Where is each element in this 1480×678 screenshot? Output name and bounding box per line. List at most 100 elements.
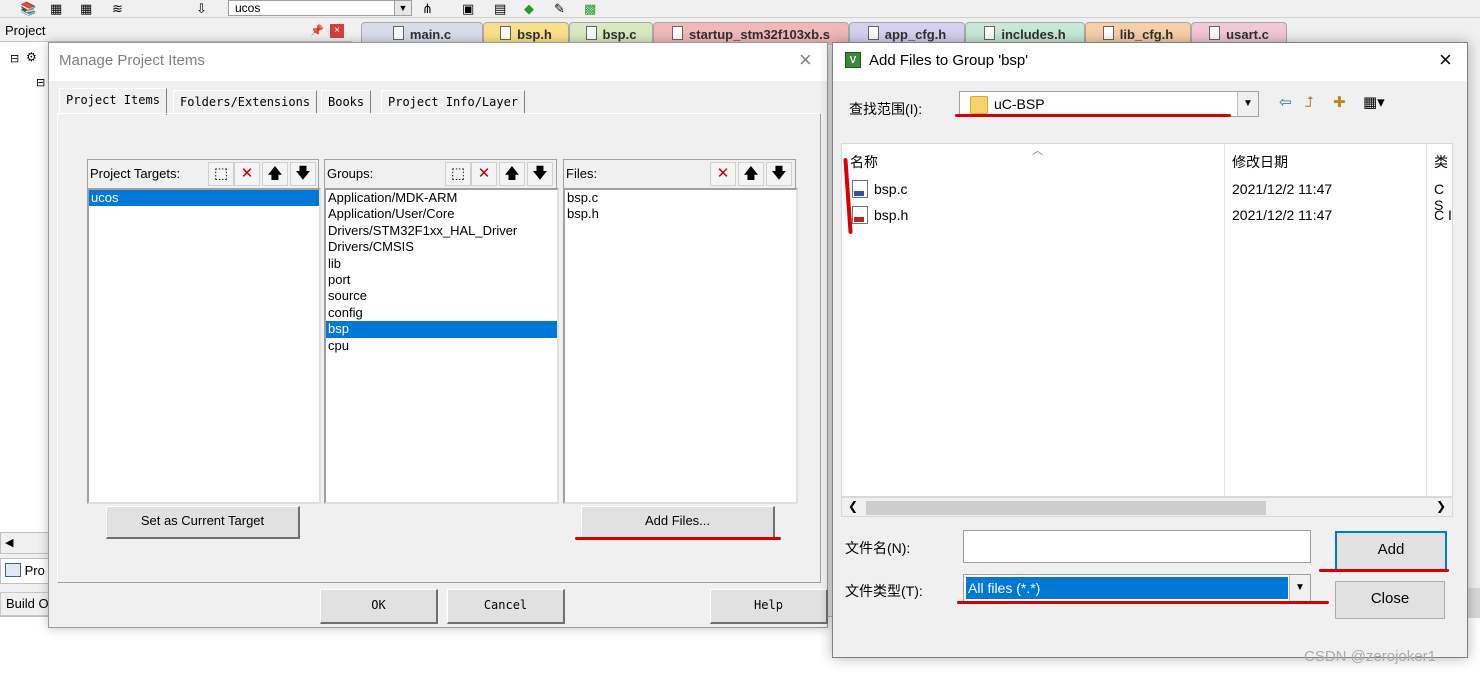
add-files-dialog: V Add Files to Group 'bsp' × 查找范围(I): uC… — [832, 42, 1468, 658]
delete-icon[interactable]: ✕ — [234, 162, 260, 186]
dialog-titlebar: V Add Files to Group 'bsp' × — [833, 43, 1467, 81]
up-folder-icon[interactable]: ⮥ — [1305, 93, 1314, 113]
list-item[interactable]: ucos — [89, 190, 319, 207]
cancel-button[interactable]: Cancel — [447, 589, 565, 624]
list-item[interactable]: Application/MDK-ARM — [326, 190, 557, 206]
move-up-icon[interactable]: 🡅 — [262, 162, 288, 186]
delete-icon[interactable]: ✕ — [471, 162, 497, 186]
help-button[interactable]: Help — [710, 589, 828, 624]
move-up-icon[interactable]: 🡅 — [499, 162, 525, 186]
targets-list[interactable]: ucos — [87, 188, 321, 504]
toolbar-diamond-icon[interactable]: ◆ — [524, 1, 540, 16]
build-output-label: Build O — [0, 592, 50, 616]
list-item[interactable]: lib — [326, 256, 557, 272]
list-item[interactable]: source — [326, 288, 557, 304]
new-folder-icon[interactable]: ✚ — [1333, 93, 1346, 113]
add-files-button[interactable]: Add Files... — [581, 506, 775, 539]
chevron-down-icon[interactable]: ▼ — [394, 1, 411, 15]
sort-ascending-icon: ︿ — [1032, 145, 1043, 157]
list-item[interactable]: bsp.c — [565, 190, 796, 206]
file-icon — [672, 26, 684, 40]
toolbar-grid2-icon[interactable]: ▦ — [80, 1, 96, 16]
project-panel-title: Project — [0, 20, 352, 42]
close-button[interactable]: Close — [1335, 581, 1445, 619]
project-tree[interactable]: ⊟ ⚙ ⊟ — [0, 42, 50, 532]
pin-icon[interactable]: 📌 — [310, 24, 324, 37]
targets-label: Project Targets: — [90, 166, 181, 181]
view-menu-icon[interactable]: ▦▾ — [1363, 93, 1385, 113]
file-list[interactable]: ︿ 名称 修改日期 类 bsp.c 2021/12/2 11:47 C S bs… — [841, 143, 1454, 498]
move-up-icon[interactable]: 🡅 — [738, 162, 764, 186]
move-down-icon[interactable]: 🡇 — [527, 162, 553, 186]
toolbar-network-icon[interactable]: ⋔ — [422, 1, 438, 16]
list-item-selected[interactable]: bsp — [326, 321, 557, 338]
tab-books[interactable]: Books — [321, 90, 372, 113]
scroll-right-icon[interactable]: ❯ — [1436, 499, 1446, 513]
file-list-hscroll[interactable]: ❮ ❯ — [841, 497, 1453, 517]
list-item[interactable]: port — [326, 272, 557, 288]
files-list[interactable]: bsp.c bsp.h — [563, 188, 798, 504]
file-date: 2021/12/2 11:47 — [1232, 181, 1333, 197]
app-icon: V — [845, 52, 861, 68]
chevron-down-icon[interactable]: ▼ — [1237, 92, 1258, 116]
project-tab[interactable]: Pro — [0, 558, 50, 584]
column-type[interactable]: 类 — [1434, 152, 1448, 172]
project-hscroll[interactable]: ◀ — [0, 532, 50, 554]
column-date[interactable]: 修改日期 — [1232, 152, 1288, 172]
scroll-left-icon[interactable]: ❮ — [848, 499, 858, 513]
file-icon — [500, 26, 512, 40]
ide-toolbar: 📚 ▦ ▦ ≋ ⇩ ⋔ ▣ ▤ ◆ ✎ ▩ — [0, 0, 1480, 18]
file-icon — [984, 26, 996, 40]
toolbar-load-icon[interactable]: ⇩ — [196, 1, 212, 16]
column-name[interactable]: 名称 — [850, 152, 878, 172]
new-item-icon[interactable]: ⬚ — [445, 162, 471, 186]
add-button[interactable]: Add — [1335, 531, 1447, 571]
scroll-thumb[interactable] — [866, 501, 1266, 515]
target-select[interactable]: ucos ▼ — [228, 0, 412, 16]
close-icon[interactable]: × — [330, 24, 344, 38]
folder-icon — [970, 96, 988, 114]
scroll-left-icon[interactable]: ◀ — [5, 536, 13, 549]
file-row[interactable]: bsp.c 2021/12/2 11:47 C S — [842, 176, 1454, 213]
toolbar-options-icon[interactable]: ▣ — [462, 1, 478, 16]
right-scroll-strip — [1468, 588, 1480, 618]
tab-project-info-layer[interactable]: Project Info/Layer — [381, 90, 526, 113]
toolbar-manage-icon[interactable]: ▩ — [584, 1, 600, 16]
delete-icon[interactable]: ✕ — [710, 162, 736, 186]
watermark: CSDN @zerojoker1 — [1304, 648, 1436, 665]
back-icon[interactable]: ⇦ — [1279, 93, 1292, 113]
editor-tabs: main.c bsp.h bsp.c startup_stm32f103xb.s… — [355, 20, 1295, 45]
file-row[interactable]: bsp.h 2021/12/2 11:47 C I — [842, 202, 1454, 228]
toolbar-layers-icon[interactable]: ≋ — [112, 1, 128, 16]
file-name-input[interactable] — [963, 530, 1311, 563]
move-down-icon[interactable]: 🡇 — [290, 162, 316, 186]
move-down-icon[interactable]: 🡇 — [766, 162, 792, 186]
close-icon[interactable]: × — [799, 49, 812, 71]
groups-list[interactable]: Application/MDK-ARM Application/User/Cor… — [324, 188, 559, 504]
ok-button[interactable]: OK — [320, 589, 438, 624]
chevron-down-icon[interactable]: ▼ — [1289, 575, 1310, 601]
dialog-titlebar: Manage Project Items × — [49, 43, 827, 81]
h-file-icon — [852, 206, 868, 224]
set-as-current-target-button[interactable]: Set as Current Target — [106, 506, 300, 539]
new-item-icon[interactable]: ⬚ — [208, 162, 234, 186]
list-item[interactable]: Drivers/STM32F1xx_HAL_Driver — [326, 223, 557, 239]
toolbar-book-icon[interactable]: 📚 — [20, 1, 36, 16]
toolbar-pen-icon[interactable]: ✎ — [554, 1, 570, 16]
toolbar-grid-icon[interactable]: ▦ — [50, 1, 66, 16]
list-item[interactable]: bsp.h — [565, 206, 796, 222]
tab-folders-extensions[interactable]: Folders/Extensions — [173, 90, 318, 113]
list-item[interactable]: Application/User/Core — [326, 206, 557, 222]
toolbar-window-icon[interactable]: ▤ — [494, 1, 510, 16]
list-item[interactable]: cpu — [326, 338, 557, 354]
list-item[interactable]: Drivers/CMSIS — [326, 239, 557, 255]
file-type-combo[interactable]: All files (*.*) ▼ — [963, 574, 1311, 602]
list-item[interactable]: config — [326, 305, 557, 321]
project-tab-label: Pro — [24, 563, 45, 578]
tab-project-items[interactable]: Project Items — [59, 88, 167, 115]
close-icon[interactable]: × — [1439, 49, 1452, 71]
tree-collapse-icon[interactable]: ⊟ — [10, 52, 19, 65]
file-type-label: 文件类型(T): — [845, 583, 923, 599]
tree-collapse-icon-2[interactable]: ⊟ — [36, 76, 45, 89]
dialog-title: Add Files to Group 'bsp' — [869, 52, 1029, 69]
